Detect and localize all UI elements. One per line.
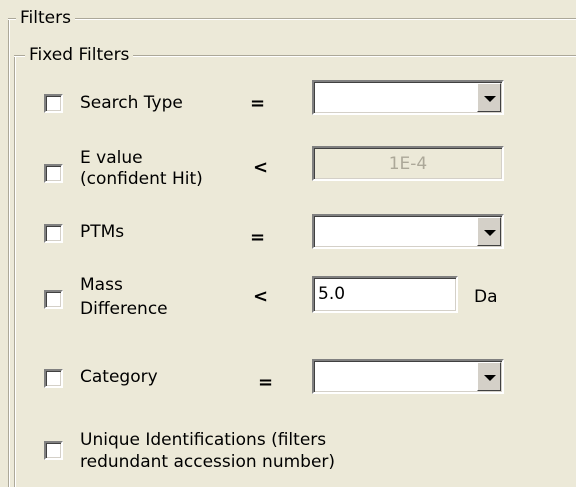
mass-difference-label-sub: Difference [80, 299, 168, 319]
chevron-down-icon [484, 96, 496, 102]
fixed-filters-title: Fixed Filters [25, 45, 134, 65]
e-value-checkbox[interactable] [44, 164, 63, 183]
category-operator: = [258, 372, 274, 393]
ptms-select[interactable] [312, 214, 504, 249]
e-value-operator: < [253, 157, 269, 178]
category-checkbox[interactable] [44, 369, 63, 388]
e-value-input-value: 1E-4 [388, 154, 428, 174]
category-label: Category [80, 367, 158, 387]
ptms-operator: = [250, 227, 266, 248]
ptms-label: PTMs [80, 222, 125, 242]
mass-difference-unit: Da [474, 287, 498, 307]
filters-group-top-border [8, 18, 576, 20]
e-value-label-sub: (confident Hit) [80, 169, 203, 189]
e-value-input[interactable]: 1E-4 [312, 146, 504, 181]
search-type-dropdown-button[interactable] [477, 83, 501, 112]
ptms-dropdown-button[interactable] [477, 217, 501, 246]
mass-difference-checkbox[interactable] [44, 290, 63, 309]
e-value-label: E value [80, 148, 143, 168]
mass-difference-input-value: 5.0 [318, 284, 346, 304]
filters-group-left-border [8, 18, 10, 487]
mass-difference-input[interactable]: 5.0 [312, 276, 458, 313]
search-type-select[interactable] [312, 80, 504, 115]
search-type-label: Search Type [80, 93, 183, 113]
filters-group-title: Filters [16, 8, 75, 28]
unique-identifications-label-sub: redundant accession number) [80, 452, 336, 472]
search-type-operator: = [250, 93, 266, 114]
mass-difference-operator: < [253, 286, 269, 307]
fixed-filters-left-border [14, 55, 16, 487]
category-select[interactable] [312, 359, 504, 394]
chevron-down-icon [484, 375, 496, 381]
category-dropdown-button[interactable] [477, 362, 501, 391]
mass-difference-label: Mass [80, 275, 123, 295]
chevron-down-icon [484, 230, 496, 236]
ptms-checkbox[interactable] [44, 224, 63, 243]
search-type-checkbox[interactable] [44, 94, 63, 113]
unique-identifications-checkbox[interactable] [44, 441, 63, 460]
unique-identifications-label: Unique Identifications (filters [80, 430, 327, 450]
